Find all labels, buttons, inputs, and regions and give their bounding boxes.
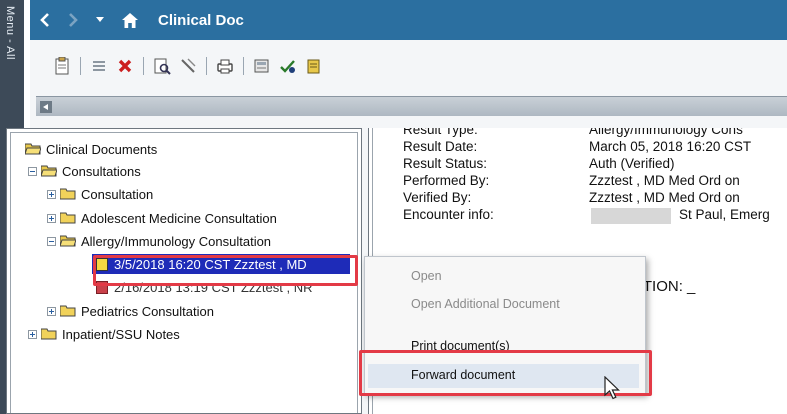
toolbar-divider: [143, 57, 144, 75]
mouse-pointer-icon: [604, 375, 620, 403]
folder-icon: [60, 305, 76, 317]
app-header: Clinical Doc: [30, 0, 787, 40]
tree-label: Inpatient/SSU Notes: [62, 326, 180, 342]
document-tree-panel: Clinical Documents Consultations Consult…: [6, 128, 362, 414]
detail-label-result-type: Result Type:: [403, 128, 478, 137]
tree-node-adolescent-medicine[interactable]: Adolescent Medicine Consultation: [47, 208, 277, 228]
folder-icon: [60, 188, 76, 200]
tree-label: Pediatrics Consultation: [81, 303, 214, 319]
detail-label-result-date: Result Date:: [403, 139, 478, 154]
print-icon[interactable]: [215, 56, 235, 76]
detail-value-result-date: March 05, 2018 16:20 CST: [589, 139, 752, 154]
reminder-icon[interactable]: [304, 56, 324, 76]
page-title: Clinical Doc: [158, 11, 244, 29]
expand-toggle-icon[interactable]: [47, 189, 56, 199]
tree-label: Adolescent Medicine Consultation: [81, 210, 277, 226]
tree-node-pediatrics[interactable]: Pediatrics Consultation: [47, 301, 214, 321]
detail-value-performed-by: Zzztest , MD Med Ord on: [589, 173, 740, 188]
sign-icon[interactable]: [278, 56, 298, 76]
forward-document-icon[interactable]: [252, 56, 272, 76]
toolbar-divider: [80, 57, 81, 75]
expand-toggle-icon[interactable]: [47, 306, 56, 316]
tree-node-inpatient[interactable]: Inpatient/SSU Notes: [28, 324, 180, 344]
tree-node-consultation[interactable]: Consultation: [47, 184, 153, 204]
detail-value-result-type: Allergy/Immunology Cons: [589, 128, 743, 137]
open-folder-icon: [41, 165, 57, 177]
detail-label-result-status: Result Status:: [403, 156, 488, 171]
view-icon[interactable]: [152, 56, 172, 76]
tree-label: Consultations: [62, 163, 141, 179]
expand-toggle-icon[interactable]: [28, 329, 37, 339]
redacted-value: [591, 208, 671, 224]
edit-icon[interactable]: [178, 56, 198, 76]
back-icon[interactable]: [40, 13, 50, 27]
tree-label: Clinical Documents: [46, 141, 158, 157]
menu-item-open[interactable]: Open: [411, 269, 442, 283]
folder-icon: [60, 212, 76, 224]
delete-icon[interactable]: [115, 56, 135, 76]
tree-node-consultations[interactable]: Consultations: [28, 161, 141, 181]
collapse-toggle-icon[interactable]: [28, 166, 37, 176]
expand-toggle-icon[interactable]: [47, 213, 56, 223]
toolbar-divider: [243, 57, 244, 75]
detail-value-result-status: Auth (Verified): [589, 156, 675, 171]
panel-splitter-bar[interactable]: [36, 96, 787, 116]
collapse-arrow-icon[interactable]: [40, 101, 52, 113]
tree-node-clinical-documents[interactable]: Clinical Documents: [25, 139, 157, 159]
detail-label-verified-by: Verified By:: [403, 190, 472, 205]
side-menu-label: Menu - All: [4, 6, 16, 60]
folder-icon: [41, 328, 57, 340]
detail-label-encounter-info: Encounter info:: [403, 207, 494, 222]
detail-value-encounter-info: St Paul, Emerg: [679, 207, 770, 222]
open-folder-icon: [25, 143, 41, 155]
collapse-toggle-icon[interactable]: [47, 236, 56, 246]
list-icon[interactable]: [89, 56, 109, 76]
open-folder-icon: [60, 235, 76, 247]
home-icon[interactable]: [122, 12, 138, 28]
detail-label-performed-by: Performed By:: [403, 173, 490, 188]
caret-down-icon[interactable]: [96, 17, 104, 23]
document-tree: Clinical Documents Consultations Consult…: [10, 132, 358, 413]
forward-icon[interactable]: [68, 13, 78, 27]
menu-item-open-additional-document[interactable]: Open Additional Document: [411, 297, 560, 311]
toolbar: [30, 40, 787, 92]
tree-label: Allergy/Immunology Consultation: [81, 233, 272, 249]
new-document-icon[interactable]: [52, 56, 72, 76]
detail-value-verified-by: Zzztest , MD Med Ord on: [589, 190, 740, 205]
toolbar-divider: [206, 57, 207, 75]
tree-node-allergy-immunology[interactable]: Allergy/Immunology Consultation: [47, 231, 271, 251]
tree-label: Consultation: [81, 186, 154, 202]
highlight-box-selected-document: [93, 255, 358, 286]
